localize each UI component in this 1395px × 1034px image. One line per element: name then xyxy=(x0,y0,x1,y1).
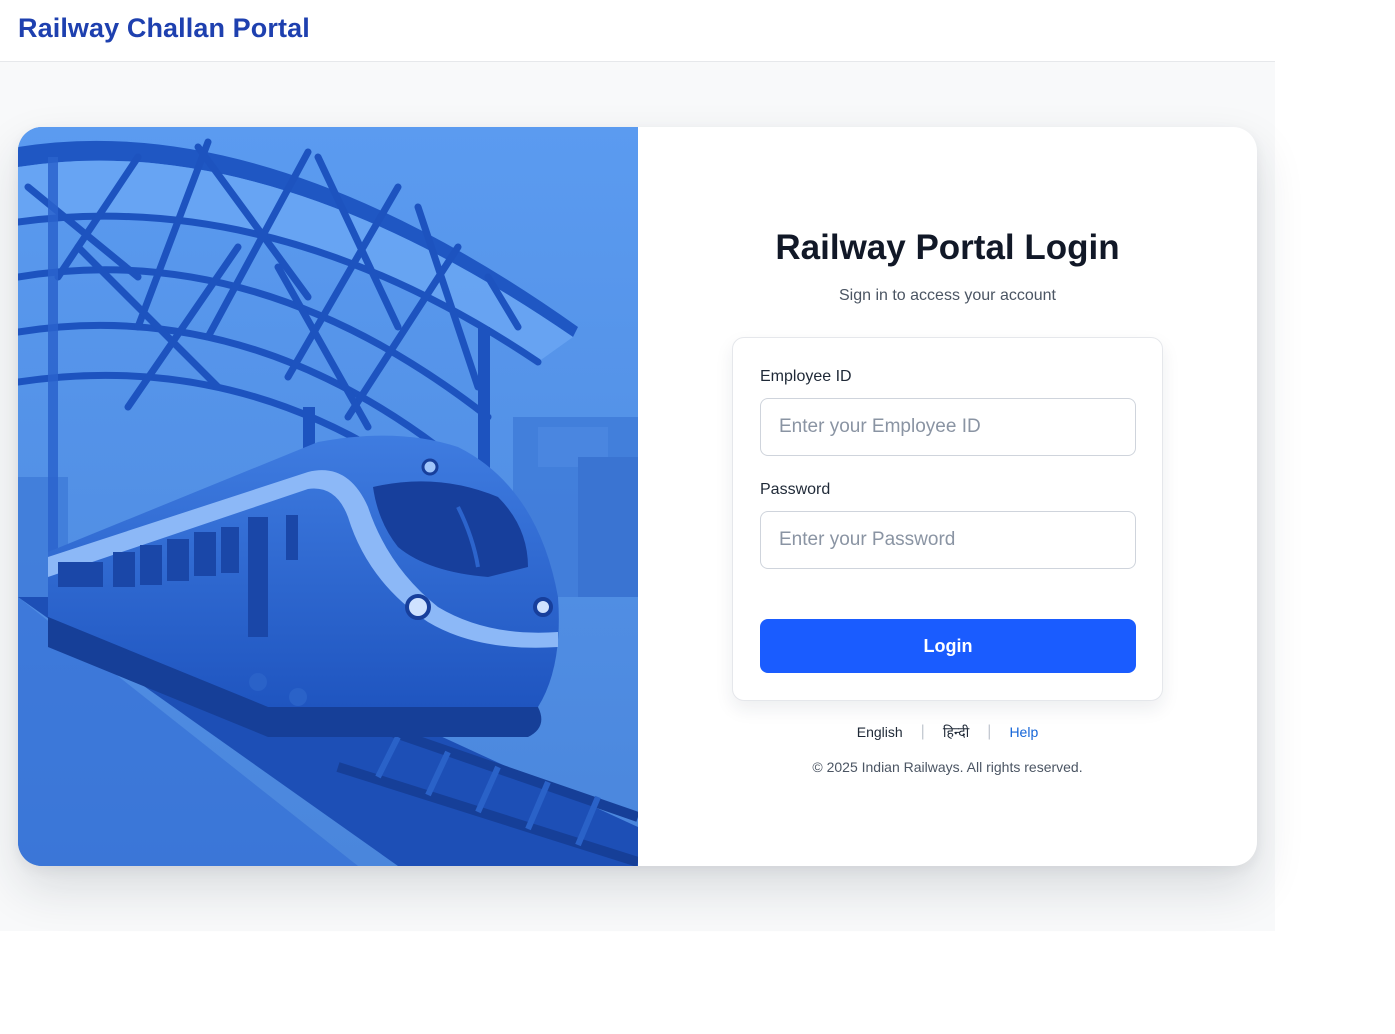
login-card: Railway Portal Login Sign in to access y… xyxy=(18,127,1257,866)
language-switcher: English | हिन्दी | Help xyxy=(638,720,1257,744)
app-root: Railway Challan Portal Railway Portal Lo… xyxy=(0,0,1275,931)
password-input[interactable] xyxy=(760,511,1136,569)
employee-id-input[interactable] xyxy=(760,398,1136,456)
language-separator: | xyxy=(987,723,992,740)
login-form: Employee ID Password Login xyxy=(732,337,1163,701)
portal-brand-title[interactable]: Railway Challan Portal xyxy=(18,13,310,44)
train-illustration-svg xyxy=(18,127,638,866)
employee-id-label: Employee ID xyxy=(760,368,852,385)
train-station-illustration xyxy=(18,127,638,866)
help-link[interactable]: Help xyxy=(1009,724,1038,740)
copyright-text: © 2025 Indian Railways. All rights reser… xyxy=(812,759,1083,775)
language-separator: | xyxy=(920,723,925,740)
login-title: Railway Portal Login xyxy=(775,228,1120,267)
password-label: Password xyxy=(760,481,831,498)
language-hindi-link[interactable]: हिन्दी xyxy=(943,723,969,742)
top-navbar: Railway Challan Portal xyxy=(0,0,1275,62)
language-english-link[interactable]: English xyxy=(857,724,903,740)
login-panel: Railway Portal Login Sign in to access y… xyxy=(638,127,1257,866)
login-button[interactable]: Login xyxy=(760,619,1136,673)
login-subtitle: Sign in to access your account xyxy=(838,287,1056,304)
